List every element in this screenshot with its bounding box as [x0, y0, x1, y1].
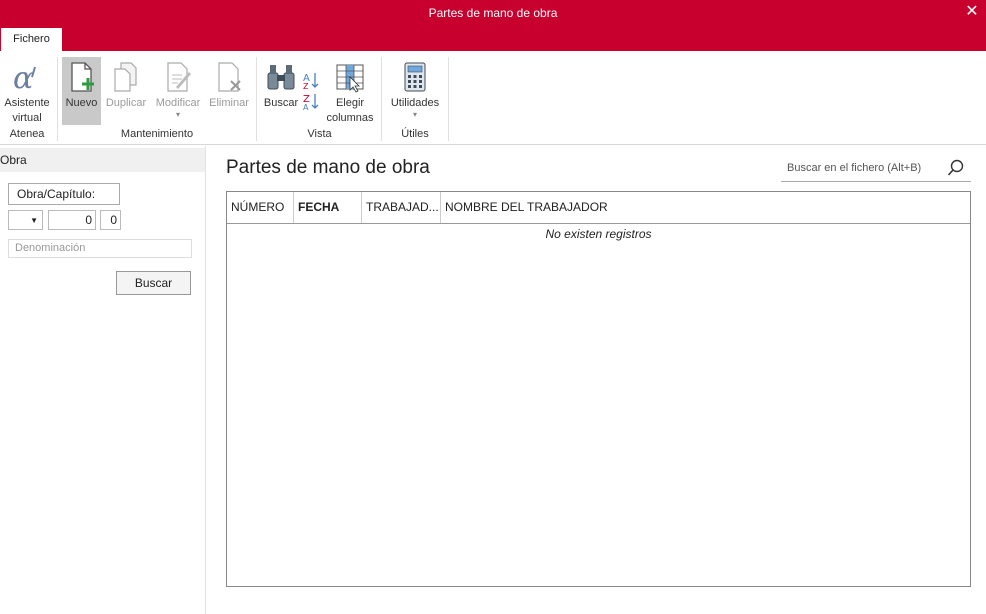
- tab-fichero[interactable]: Fichero: [1, 28, 62, 51]
- title-bar: Partes de mano de obra ✕: [0, 0, 986, 28]
- chevron-down-icon: ▾: [412, 110, 417, 119]
- panel-header: Obra: [0, 148, 205, 172]
- group-label-mantenimiento: Mantenimiento: [120, 128, 194, 140]
- obra-combo[interactable]: ▼: [8, 210, 43, 230]
- search-placeholder: Buscar en el fichero (Alt+B): [787, 162, 922, 174]
- columns-icon: [336, 64, 364, 93]
- ribbon: α Asistente virtual Atenea Nuevo Duplica…: [0, 51, 986, 145]
- asistente-label-2: virtual: [12, 112, 42, 124]
- binoculars-icon: [267, 65, 295, 90]
- duplicar-label: Duplicar: [105, 97, 147, 109]
- edit-document-icon: [167, 62, 191, 92]
- buscar-ribbon-button[interactable]: Buscar: [262, 57, 300, 127]
- group-label-utiles: Útiles: [401, 128, 429, 140]
- duplicate-icon: [114, 62, 137, 92]
- records-table: NÚMERO FECHA TRABAJAD... NOMBRE DEL TRAB…: [226, 191, 971, 587]
- eliminar-button[interactable]: Eliminar: [206, 57, 252, 127]
- new-document-icon: [70, 62, 94, 92]
- elegir-label-2: columnas: [326, 112, 374, 124]
- duplicar-button[interactable]: Duplicar: [103, 57, 149, 127]
- nuevo-label: Nuevo: [65, 97, 98, 109]
- column-header-trabajador[interactable]: TRABAJAD...: [362, 192, 441, 223]
- ribbon-tab-strip: Fichero: [0, 28, 986, 51]
- ribbon-separator: [256, 57, 257, 141]
- window-title: Partes de mano de obra: [428, 6, 558, 20]
- svg-text:Z: Z: [303, 82, 309, 91]
- search-input[interactable]: Buscar en el fichero (Alt+B): [781, 155, 971, 182]
- group-label-vista: Vista: [307, 128, 332, 140]
- denominacion-input[interactable]: Denominación: [8, 239, 192, 258]
- search-icon[interactable]: [947, 159, 965, 177]
- modificar-button[interactable]: Modificar ▾: [152, 57, 204, 127]
- modificar-label: Modificar: [155, 97, 201, 109]
- utilidades-label: Utilidades: [390, 97, 440, 109]
- asistente-virtual-button[interactable]: α Asistente virtual: [2, 57, 52, 127]
- page-title: Partes de mano de obra: [226, 157, 430, 178]
- column-header-fecha[interactable]: FECHA: [294, 192, 362, 223]
- ribbon-separator: [57, 57, 58, 141]
- table-header: NÚMERO FECHA TRABAJAD... NOMBRE DEL TRAB…: [227, 192, 970, 224]
- group-label-atenea: Atenea: [9, 128, 45, 140]
- buscar-button[interactable]: Buscar: [116, 271, 191, 295]
- column-header-numero[interactable]: NÚMERO: [227, 192, 294, 223]
- nuevo-button[interactable]: Nuevo: [62, 57, 101, 125]
- svg-text:α: α: [13, 61, 33, 93]
- sort-icon[interactable]: A Z Z A: [302, 69, 320, 111]
- chevron-down-icon: ▾: [175, 110, 180, 119]
- svg-text:A: A: [303, 103, 309, 111]
- filter-panel: Obra Obra/Capítulo: ▼ 0 0 Denominación B…: [0, 146, 206, 614]
- elegir-columnas-button[interactable]: Elegir columnas: [323, 57, 377, 127]
- column-header-nombre[interactable]: NOMBRE DEL TRABAJADOR: [441, 192, 970, 223]
- asistente-label-1: Asistente: [4, 97, 50, 109]
- utilidades-button[interactable]: Utilidades ▾: [386, 57, 444, 127]
- capitulo-number-input[interactable]: 0: [100, 210, 121, 230]
- buscar-label: Buscar: [263, 97, 299, 109]
- ribbon-separator: [448, 57, 449, 141]
- elegir-label-1: Elegir: [335, 97, 365, 109]
- empty-message: No existen registros: [545, 227, 652, 241]
- close-button[interactable]: ✕: [964, 1, 980, 21]
- ribbon-separator: [381, 57, 382, 141]
- calculator-icon: [404, 62, 426, 92]
- delete-document-icon: [218, 62, 241, 92]
- chevron-down-icon: ▼: [30, 216, 38, 225]
- eliminar-label: Eliminar: [209, 97, 249, 109]
- obra-number-input[interactable]: 0: [48, 210, 96, 230]
- alpha-icon: α: [13, 61, 36, 93]
- obra-capitulo-label: Obra/Capítulo:: [8, 183, 120, 205]
